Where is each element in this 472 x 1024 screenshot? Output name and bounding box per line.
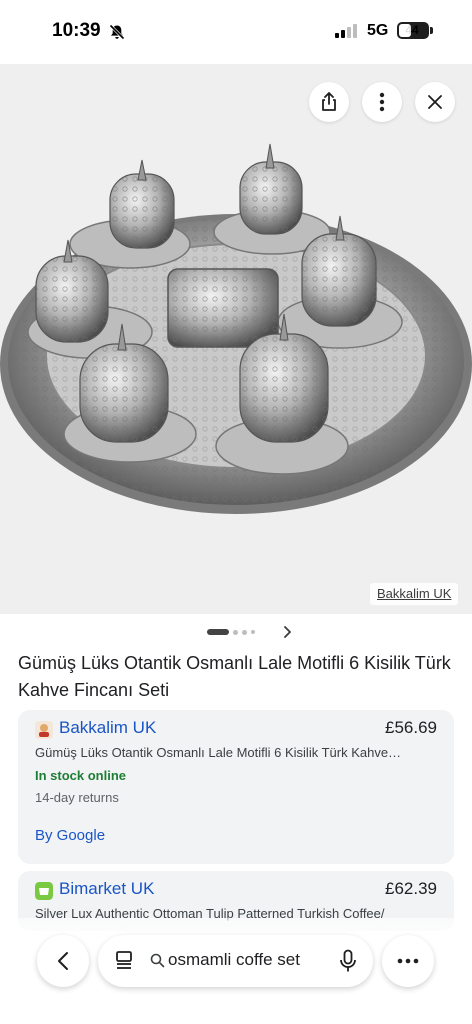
returns-policy: 14-day returns <box>35 790 119 805</box>
carousel-dot <box>242 629 247 635</box>
store-name[interactable]: Bakkalim UK <box>59 718 156 738</box>
share-button[interactable] <box>309 82 349 122</box>
offer-description: Gümüş Lüks Otantik Osmanlı Lale Motifli … <box>35 745 402 760</box>
search-icon <box>150 953 165 968</box>
product-title: Gümüş Lüks Otantik Osmanlı Lale Motifli … <box>18 653 451 700</box>
carousel-indicator <box>207 628 255 636</box>
by-google-link[interactable]: By Google <box>35 827 105 844</box>
network-type: 5G <box>367 22 389 39</box>
close-button[interactable] <box>415 82 455 122</box>
status-time: 10:39 <box>52 20 101 41</box>
carousel-dot <box>251 630 255 634</box>
store-name[interactable]: Bimarket UK <box>59 879 154 899</box>
bimarket-favicon <box>35 882 53 900</box>
offer-card[interactable]: Bakkalim UK £56.69 Gümüş Lüks Otantik Os… <box>18 710 454 864</box>
image-source-link[interactable]: Bakkalim UK <box>370 583 459 605</box>
google-lens-icon[interactable] <box>114 950 134 972</box>
product-image[interactable] <box>0 64 472 614</box>
search-query[interactable]: osmamli coffe set <box>168 950 300 970</box>
bakkalim-favicon <box>35 721 53 739</box>
battery-icon: 44 <box>397 22 429 39</box>
back-button[interactable] <box>37 935 89 987</box>
price: £56.69 <box>385 718 437 737</box>
back-arrow-icon <box>58 952 68 970</box>
bell-muted-icon <box>109 24 125 40</box>
carousel-dot-active <box>207 629 229 635</box>
status-bar: 10:39 5G 44 <box>0 0 472 64</box>
more-menu-button[interactable] <box>382 935 434 987</box>
mic-icon[interactable] <box>339 949 357 973</box>
battery-tip <box>430 27 433 34</box>
share-icon <box>322 92 336 111</box>
search-bar[interactable]: osmamli coffe set <box>98 935 373 987</box>
price: £62.39 <box>385 879 437 898</box>
close-icon <box>428 95 442 109</box>
image-viewer[interactable]: Bakkalim UK <box>0 64 472 614</box>
carousel-dot <box>233 629 238 635</box>
more-options-button[interactable] <box>362 82 402 122</box>
stock-status: In stock online <box>35 768 127 783</box>
signal-icon <box>335 24 357 38</box>
more-horiz-icon <box>397 958 419 964</box>
battery-percent: 44 <box>405 23 419 37</box>
more-vert-icon <box>379 92 385 112</box>
chevron-right-icon[interactable] <box>281 625 293 639</box>
